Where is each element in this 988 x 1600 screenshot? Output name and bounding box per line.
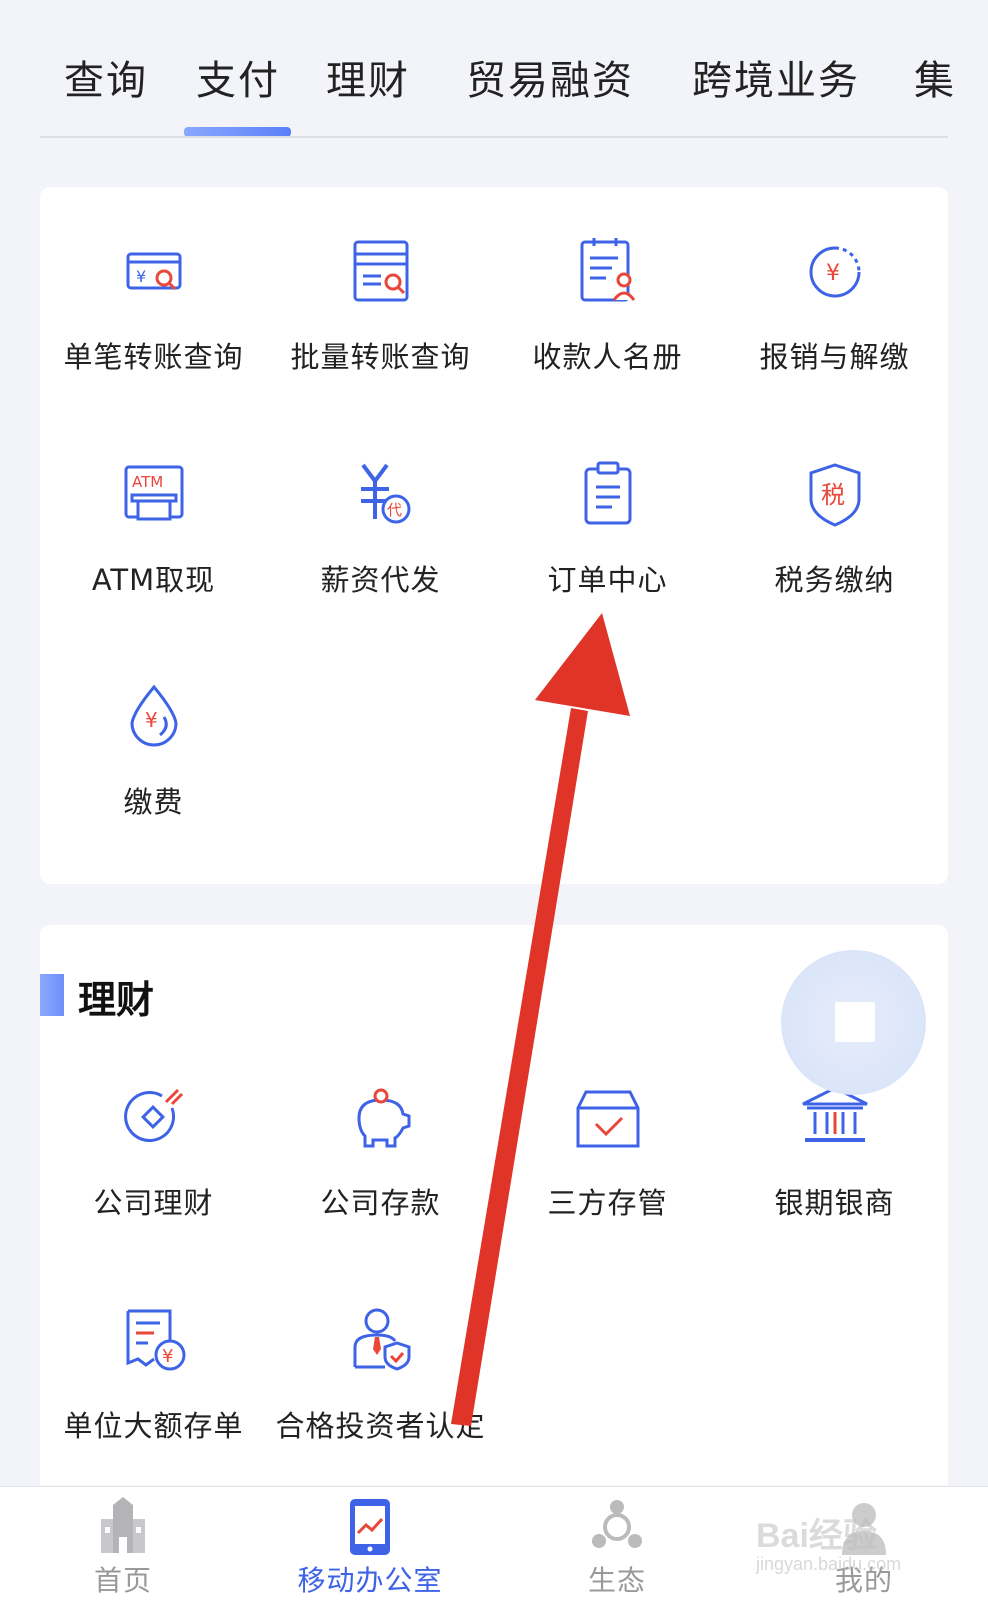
ecosystem-icon (589, 1497, 645, 1557)
item-label: 单笔转账查询 (63, 340, 244, 374)
custody-box-icon (568, 1078, 648, 1158)
floating-action-button[interactable] (781, 950, 926, 1095)
item-fee-payment[interactable]: ¥ 缴费 (40, 677, 267, 821)
item-batch-transfer-query[interactable]: 批量转账查询 (267, 232, 494, 376)
item-label: 公司理财 (93, 1186, 214, 1220)
fee-drop-icon: ¥ (114, 677, 194, 757)
watermark-url: jingyan.baidu.com (756, 1554, 902, 1574)
item-label: 公司存款 (320, 1186, 441, 1220)
item-label: 订单中心 (547, 563, 668, 597)
stop-square-icon (835, 1002, 875, 1042)
item-salary-payment[interactable]: 代 薪资代发 (267, 455, 494, 599)
payee-list-icon (568, 232, 648, 312)
item-label: 薪资代发 (320, 563, 441, 597)
item-label: 缴费 (123, 785, 184, 819)
item-label: 三方存管 (547, 1186, 668, 1220)
finance-icon (114, 1078, 194, 1158)
nav-mobile-office[interactable]: 移动办公室 (280, 1497, 460, 1599)
top-tab-bar: 查询 支付 理财 贸易融资 跨境业务 集 (0, 0, 988, 140)
svg-text:¥: ¥ (136, 267, 146, 286)
item-label: ATM取现 (91, 563, 216, 597)
item-tax-payment[interactable]: 税 税务缴纳 (721, 455, 948, 599)
item-atm-withdraw[interactable]: ATM ATM取现 (40, 455, 267, 599)
item-label: 单位大额存单 (63, 1409, 244, 1443)
item-bank-futures[interactable]: 银期银商 (721, 1078, 948, 1222)
nav-label: 生态 (587, 1564, 646, 1597)
item-label: 税务缴纳 (774, 563, 895, 597)
section-title: 理财 (78, 978, 155, 1022)
item-label: 合格投资者认定 (275, 1409, 486, 1443)
tab-query[interactable]: 查询 (64, 48, 148, 106)
tabs-divider (40, 136, 948, 138)
item-large-deposit-certificate[interactable]: ¥ 单位大额存单 (40, 1301, 267, 1445)
reimburse-icon: ¥ (795, 232, 875, 312)
home-building-icon (95, 1497, 151, 1557)
item-company-deposit[interactable]: 公司存款 (267, 1078, 494, 1222)
item-order-center[interactable]: 订单中心 (494, 455, 721, 599)
clipboard-icon (568, 455, 648, 535)
item-third-party-custody[interactable]: 三方存管 (494, 1078, 721, 1222)
item-reimburse[interactable]: ¥ 报销与解缴 (721, 232, 948, 376)
svg-text:代: 代 (387, 501, 402, 519)
tab-cross-border[interactable]: 跨境业务 (692, 48, 860, 106)
svg-text:¥: ¥ (826, 261, 840, 286)
item-single-transfer-query[interactable]: ¥ 单笔转账查询 (40, 232, 267, 376)
nav-label: 移动办公室 (297, 1564, 443, 1597)
svg-text:¥: ¥ (162, 1346, 173, 1367)
item-payee-list[interactable]: 收款人名册 (494, 232, 721, 376)
nav-home[interactable]: 首页 (33, 1497, 213, 1599)
item-label: 批量转账查询 (290, 340, 471, 374)
investor-icon (341, 1301, 421, 1381)
nav-label: 首页 (93, 1564, 152, 1597)
payment-card: ¥ 单笔转账查询 批量转账查询 收款人名册 ¥ 报销与解缴 ATM ATM取现 … (40, 187, 948, 884)
tax-icon: 税 (795, 455, 875, 535)
salary-icon: 代 (341, 455, 421, 535)
tab-more[interactable]: 集 (914, 48, 956, 106)
item-company-finance[interactable]: 公司理财 (40, 1078, 267, 1222)
item-label: 收款人名册 (532, 340, 683, 374)
item-label: 银期银商 (774, 1186, 895, 1220)
card-search-icon: ¥ (114, 232, 194, 312)
batch-search-icon (341, 232, 421, 312)
svg-text:税: 税 (821, 481, 845, 509)
svg-text:ATM: ATM (132, 473, 163, 491)
certificate-icon: ¥ (114, 1301, 194, 1381)
item-label: 报销与解缴 (759, 340, 910, 374)
nav-ecosystem[interactable]: 生态 (527, 1497, 707, 1599)
baidu-watermark: Bai经验 jingyan.baidu.com (756, 1508, 956, 1598)
tab-wealth[interactable]: 理财 (326, 48, 410, 106)
atm-icon: ATM (114, 455, 194, 535)
section-marker (40, 974, 64, 1016)
tab-trade-finance[interactable]: 贸易融资 (466, 48, 634, 106)
piggy-bank-icon (341, 1078, 421, 1158)
watermark-text: Bai经验 (756, 1517, 877, 1555)
svg-text:¥: ¥ (145, 708, 158, 732)
item-qualified-investor[interactable]: 合格投资者认定 (267, 1301, 494, 1445)
tab-payment[interactable]: 支付 (196, 48, 280, 106)
mobile-office-icon (342, 1497, 398, 1557)
